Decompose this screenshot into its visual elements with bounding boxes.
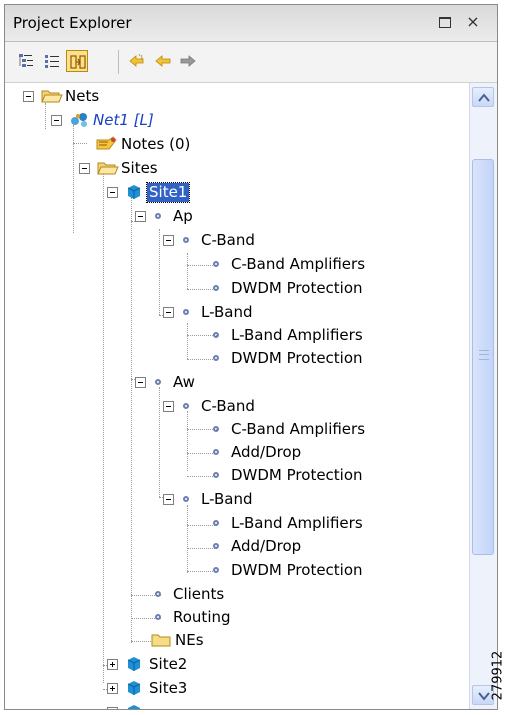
tree-label: DWDM Protection xyxy=(231,279,363,297)
tree-label: C-Band xyxy=(201,231,255,249)
site-cube-icon xyxy=(125,183,143,208)
node-bullet-icon xyxy=(213,355,219,361)
close-icon[interactable]: × xyxy=(465,14,481,30)
tree-label: Site2 xyxy=(149,655,188,673)
node-bullet-icon xyxy=(183,496,189,502)
site-cube-icon xyxy=(125,655,143,680)
collapse-icon[interactable] xyxy=(79,163,90,174)
collapse-icon[interactable] xyxy=(51,115,62,126)
tree-label: L-Band xyxy=(201,490,253,508)
vertical-scrollbar[interactable] xyxy=(469,83,497,709)
tree-label: Net1 [L] xyxy=(93,111,154,129)
expand-icon[interactable] xyxy=(107,683,118,694)
tree-label: Aw xyxy=(173,373,195,391)
collapse-icon[interactable] xyxy=(135,211,146,222)
collapse-icon[interactable] xyxy=(163,235,174,246)
back-arrow-icon[interactable] xyxy=(152,50,174,72)
collapse-icon[interactable] xyxy=(163,494,174,505)
figure-id-text: 279912 xyxy=(490,650,506,701)
forward-arrow-icon[interactable] xyxy=(177,50,199,72)
node-bullet-icon xyxy=(213,426,219,432)
folder-open-icon xyxy=(97,159,119,184)
node-bullet-icon xyxy=(213,543,219,549)
panel-title: Project Explorer xyxy=(13,14,132,32)
node-bullet-icon xyxy=(213,332,219,338)
site-cube-icon xyxy=(125,679,143,704)
title-bar: Project Explorer × xyxy=(5,5,497,42)
project-tree: Nets Net1 [L] Notes (0) Sites Site1 Ap C… xyxy=(5,83,469,709)
collapse-icon[interactable] xyxy=(135,377,146,388)
node-bullet-icon xyxy=(183,309,189,315)
tree-label: Nets xyxy=(65,87,100,105)
expand-icon[interactable] xyxy=(107,659,118,670)
maximize-icon[interactable] xyxy=(437,14,453,30)
node-bullet-icon xyxy=(183,237,189,243)
notes-icon xyxy=(95,135,119,160)
up-arrow-icon[interactable] xyxy=(126,50,148,72)
tree-label: DWDM Protection xyxy=(231,466,363,484)
tree-label: C-Band Amplifiers xyxy=(231,255,366,273)
network-icon xyxy=(69,111,91,136)
collapse-icon[interactable] xyxy=(163,401,174,412)
tree-label: C-Band xyxy=(201,397,255,415)
folder-open-icon xyxy=(41,87,63,112)
tree-label: Routing xyxy=(173,608,231,626)
tree-label: Clients xyxy=(173,585,225,603)
tree-label: Sites xyxy=(121,159,158,177)
tree-label: Add/Drop xyxy=(231,537,302,555)
toolbar-separator xyxy=(118,50,119,74)
node-bullet-icon xyxy=(155,614,161,620)
node-bullet-icon xyxy=(155,379,161,385)
tree-label: L-Band Amplifiers xyxy=(231,326,363,344)
tree-view-icon[interactable] xyxy=(15,50,37,72)
node-bullet-icon xyxy=(213,261,219,267)
tree-label: Site1 xyxy=(145,182,191,203)
node-bullet-icon xyxy=(213,449,219,455)
scroll-thumb[interactable] xyxy=(472,159,494,555)
node-bullet-icon xyxy=(183,403,189,409)
node-bullet-icon xyxy=(213,567,219,573)
node-bullet-icon xyxy=(213,285,219,291)
link-with-editor-icon[interactable] xyxy=(66,50,88,72)
collapse-icon[interactable] xyxy=(107,187,118,198)
tree-label: Ap xyxy=(173,207,193,225)
node-bullet-icon xyxy=(155,213,161,219)
tree-label: Notes (0) xyxy=(121,135,191,153)
grip-icon xyxy=(479,350,489,360)
node-bullet-icon xyxy=(213,520,219,526)
tree-label: L-Band xyxy=(201,303,253,321)
node-bullet-icon xyxy=(155,591,161,597)
collapse-icon[interactable] xyxy=(163,307,174,318)
node-bullet-icon xyxy=(213,472,219,478)
tree-label: NEs xyxy=(175,631,204,649)
scroll-up-button[interactable] xyxy=(472,87,494,107)
tree-label: Site3 xyxy=(149,679,188,697)
list-view-icon[interactable] xyxy=(41,50,63,72)
expand-icon[interactable] xyxy=(107,707,118,709)
project-explorer-panel: Project Explorer × Nets Net1 [L] Notes (… xyxy=(4,4,498,710)
site-cube-icon xyxy=(125,703,143,709)
figure-id: 279912 xyxy=(490,640,519,710)
tree-label: DWDM Protection xyxy=(231,349,363,367)
tree-label: C-Band Amplifiers xyxy=(231,420,366,438)
tree-label: Add/Drop xyxy=(231,443,302,461)
tree-label: L-Band Amplifiers xyxy=(231,514,363,532)
collapse-icon[interactable] xyxy=(23,91,34,102)
tree-label: DWDM Protection xyxy=(231,561,363,579)
toolbar xyxy=(5,42,497,83)
